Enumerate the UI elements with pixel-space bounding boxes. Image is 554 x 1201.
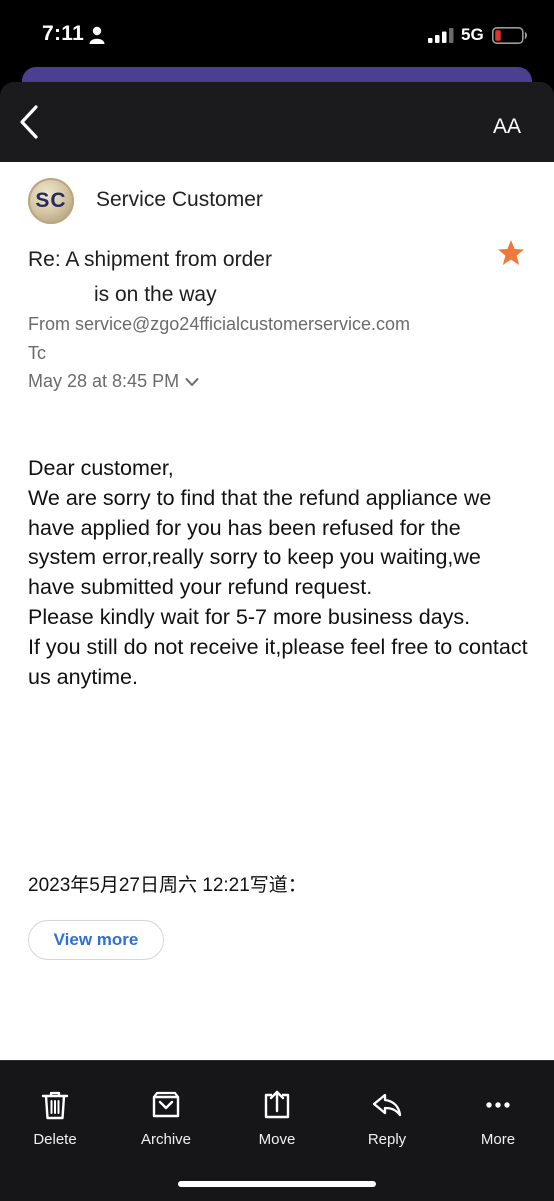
reply-label: Reply xyxy=(367,1131,407,1148)
view-more-button[interactable]: View more xyxy=(28,920,164,960)
email-date: May 28 at 8:45 PM xyxy=(28,371,180,391)
more-label: More xyxy=(480,1131,516,1148)
to-line[interactable]: Tc xyxy=(28,343,46,364)
status-time: 7:11 xyxy=(42,22,85,45)
star-icon[interactable] xyxy=(496,238,526,268)
person-icon xyxy=(89,26,105,44)
subject-line-1: Re: A shipment from order xyxy=(28,248,272,271)
avatar-initials: SC xyxy=(35,189,67,212)
nav-bar: AA xyxy=(0,82,554,162)
status-bar: 7:11 5G xyxy=(0,0,554,66)
archive-button[interactable]: Archive xyxy=(121,1089,211,1148)
battery-low-icon xyxy=(492,27,527,44)
archive-label: Archive xyxy=(140,1131,192,1148)
trash-icon xyxy=(41,1091,69,1120)
email-subject: Re: A shipment from order is on the way xyxy=(28,242,478,312)
cellular-signal-icon xyxy=(428,28,454,43)
reply-icon xyxy=(372,1093,402,1117)
email-content: SC Service Customer Re: A shipment from … xyxy=(0,162,554,1060)
sender-name[interactable]: Service Customer xyxy=(96,188,263,212)
move-icon xyxy=(264,1090,290,1119)
date-line[interactable]: May 28 at 8:45 PM xyxy=(28,371,199,392)
email-body: Dear customer, We are sorry to find that… xyxy=(28,454,528,692)
delete-label: Delete xyxy=(33,1131,77,1148)
body-paragraph: Please kindly wait for 5-7 more business… xyxy=(28,604,471,629)
more-button[interactable]: More xyxy=(453,1089,543,1148)
body-paragraph: We are sorry to find that the refund app… xyxy=(28,485,492,600)
avatar[interactable]: SC xyxy=(28,178,74,224)
text-size-icon[interactable]: AA xyxy=(492,106,534,138)
from-line[interactable]: From service@zgo24fficialcustomerservice… xyxy=(28,314,410,335)
bottom-toolbar: Delete Archive Move Reply More xyxy=(0,1060,554,1201)
move-label: Move xyxy=(258,1131,296,1148)
text-size-glyph: AA xyxy=(493,115,521,138)
back-chevron-icon[interactable] xyxy=(14,102,48,142)
move-button[interactable]: Move xyxy=(232,1089,322,1148)
body-paragraph: If you still do not receive it,please fe… xyxy=(28,634,528,689)
body-paragraph: Dear customer, xyxy=(28,456,174,480)
more-icon xyxy=(486,1102,510,1108)
quote-header: 2023年5月27日周六 12:21写道： xyxy=(28,875,307,896)
chevron-down-icon xyxy=(185,378,199,387)
delete-button[interactable]: Delete xyxy=(10,1089,100,1148)
archive-icon xyxy=(152,1091,180,1118)
subject-line-2: is on the way xyxy=(94,283,217,306)
home-indicator[interactable] xyxy=(178,1181,376,1187)
network-type: 5G xyxy=(461,25,484,44)
reply-button[interactable]: Reply xyxy=(342,1089,432,1148)
